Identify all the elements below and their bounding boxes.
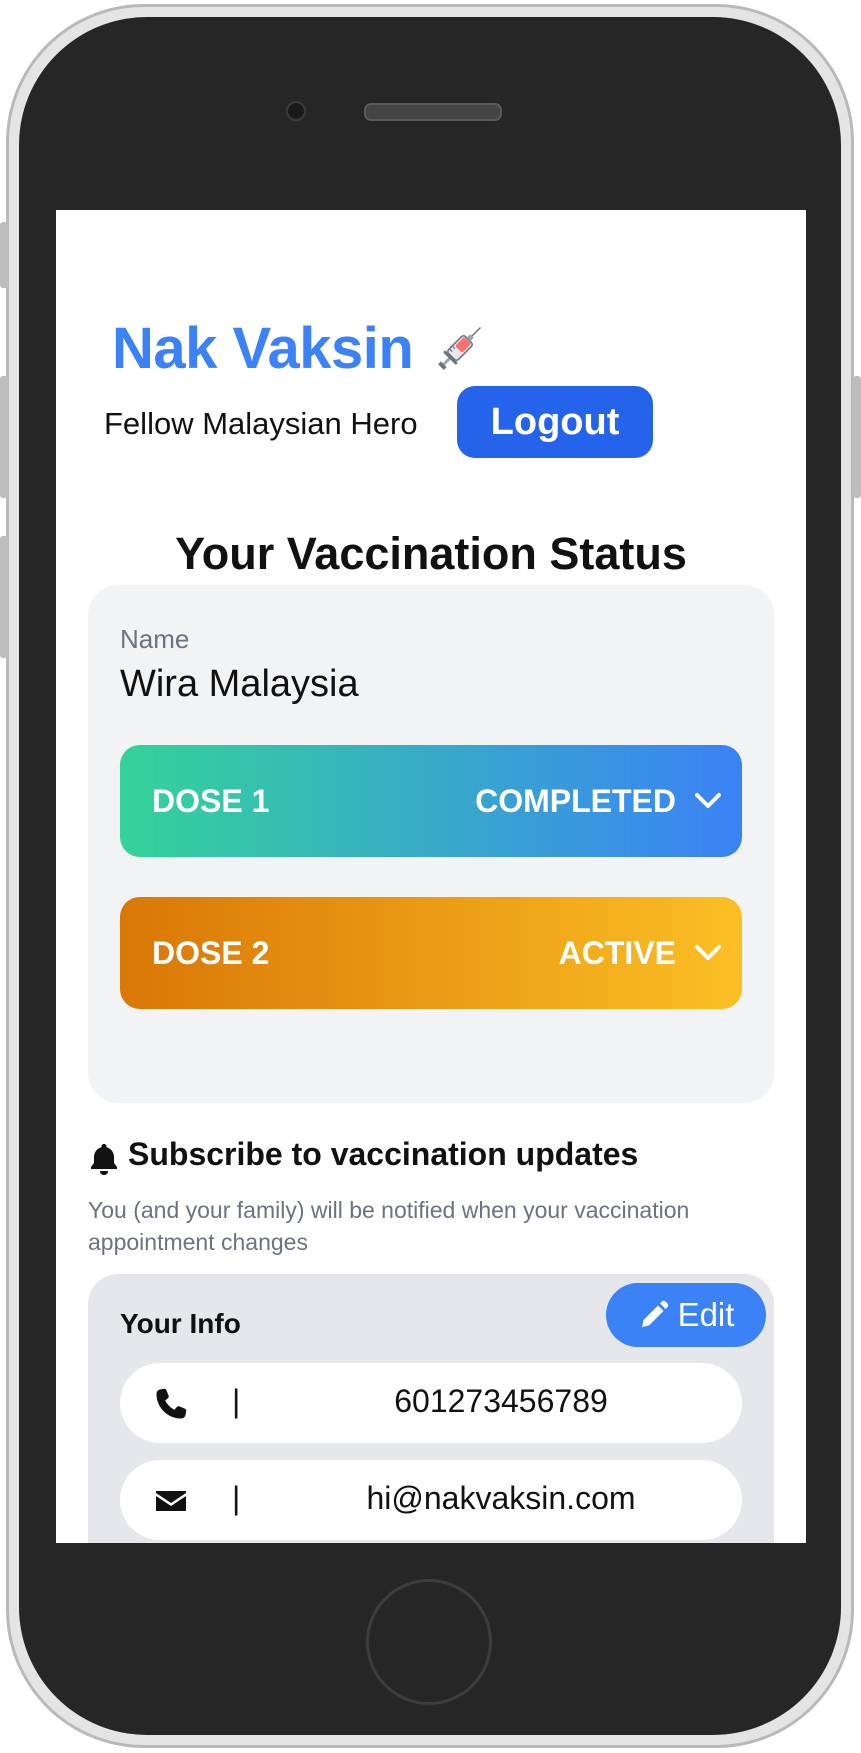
home-button[interactable] bbox=[366, 1579, 492, 1705]
separator: | bbox=[232, 1480, 241, 1516]
email-address: hi@nakvaksin.com bbox=[366, 1480, 636, 1516]
bell-icon bbox=[91, 1144, 117, 1175]
power-button bbox=[853, 376, 861, 498]
silent-switch bbox=[0, 222, 8, 288]
chevron-down-icon bbox=[695, 793, 721, 808]
your-info-title: Your Info bbox=[120, 1308, 241, 1339]
phone-icon bbox=[156, 1388, 187, 1419]
separator: | bbox=[232, 1383, 241, 1419]
edit-label: Edit bbox=[677, 1296, 735, 1333]
front-camera bbox=[286, 101, 306, 121]
dose-1-accordion[interactable]: DOSE 1 COMPLETED bbox=[120, 745, 742, 857]
page-title: Your Vaccination Status bbox=[175, 528, 687, 579]
pencil-icon bbox=[641, 1300, 668, 1327]
greeting-text: Fellow Malaysian Hero bbox=[104, 406, 418, 441]
dose-1-status: COMPLETED bbox=[475, 783, 676, 819]
app-screen: Nak Vaksin Fellow Malaysian Hero Logout … bbox=[56, 210, 806, 1543]
syringe-icon bbox=[438, 326, 482, 370]
subscribe-description: You (and your family) will be notified w… bbox=[88, 1197, 690, 1255]
subscribe-heading: Subscribe to vaccination updates bbox=[128, 1136, 639, 1172]
app-title: Nak Vaksin bbox=[112, 316, 414, 381]
name-value: Wira Malaysia bbox=[120, 663, 359, 705]
envelope-icon bbox=[156, 1491, 186, 1511]
volume-up-button bbox=[0, 376, 8, 498]
dose-2-label: DOSE 2 bbox=[152, 935, 270, 971]
phone-number: 601273456789 bbox=[394, 1383, 608, 1419]
name-label: Name bbox=[120, 624, 190, 654]
earpiece-speaker bbox=[364, 103, 502, 121]
phone-info-row: | 601273456789 bbox=[120, 1363, 742, 1443]
chevron-down-icon bbox=[695, 945, 721, 960]
edit-button[interactable]: Edit bbox=[606, 1283, 766, 1347]
dose-2-status: ACTIVE bbox=[558, 935, 676, 971]
volume-down-button bbox=[0, 536, 8, 658]
dose-1-label: DOSE 1 bbox=[152, 783, 270, 819]
dose-2-accordion[interactable]: DOSE 2 ACTIVE bbox=[120, 897, 742, 1009]
email-info-row: | hi@nakvaksin.com bbox=[120, 1460, 742, 1540]
logout-button[interactable]: Logout bbox=[457, 386, 653, 458]
